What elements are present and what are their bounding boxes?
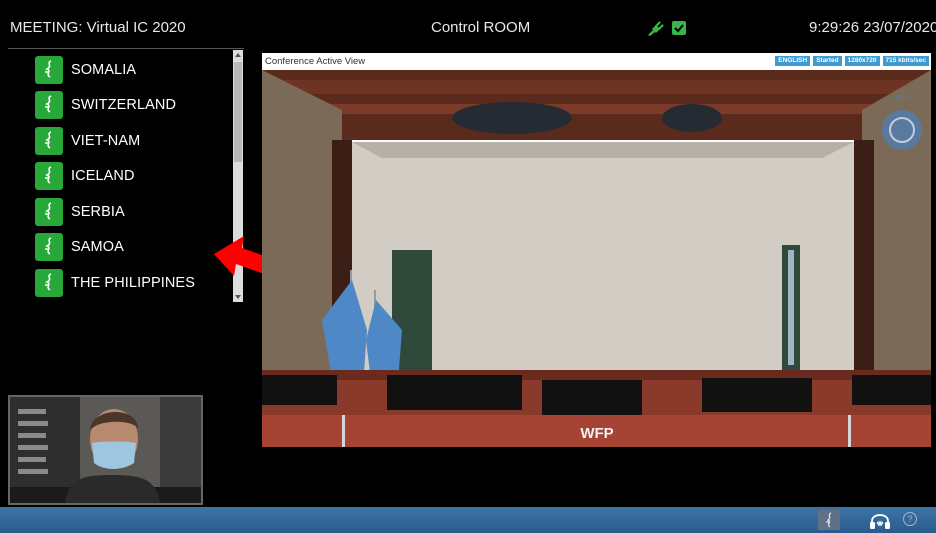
top-bar: MEETING: Virtual IC 2020 Control ROOM 9:… bbox=[0, 0, 936, 46]
desk-sign: WFP bbox=[580, 425, 613, 442]
microphone-button[interactable] bbox=[35, 233, 63, 261]
video-badges: ENGLISH Started 1280x720 715 kbits/sec bbox=[775, 56, 929, 66]
list-item-country[interactable]: VIET-NAM bbox=[35, 126, 140, 156]
scroll-thumb[interactable] bbox=[234, 62, 242, 162]
country-label: SWITZERLAND bbox=[71, 97, 177, 113]
microphone-icon bbox=[45, 166, 52, 184]
status-badge: Started bbox=[813, 56, 842, 66]
microphone-icon bbox=[45, 131, 52, 149]
country-label: SOMALIA bbox=[71, 62, 137, 78]
conference-video: WFP WFP bbox=[262, 70, 931, 447]
bottom-toolbar: ? bbox=[0, 507, 936, 533]
microphone-icon bbox=[45, 237, 52, 255]
self-view-video bbox=[8, 395, 203, 505]
microphone-button[interactable] bbox=[35, 198, 63, 226]
bitrate-badge: 715 kbits/sec bbox=[882, 56, 929, 66]
list-item-country[interactable]: SWITZERLAND bbox=[35, 90, 176, 120]
list-item-country[interactable]: ICELAND bbox=[35, 161, 135, 191]
meeting-title: MEETING: Virtual IC 2020 bbox=[10, 19, 186, 36]
microphone-icon bbox=[826, 512, 832, 528]
country-list: SOMALIA SWITZERLAND VIET-NAM ICELAND SER… bbox=[0, 50, 232, 306]
list-item-country[interactable]: SOMALIA bbox=[35, 55, 136, 85]
microphone-icon bbox=[45, 95, 52, 113]
microphone-button[interactable] bbox=[35, 127, 63, 155]
microphone-icon bbox=[45, 202, 52, 220]
country-label: VIET-NAM bbox=[71, 133, 141, 149]
list-item-country[interactable]: THE PHILIPPINES bbox=[35, 268, 195, 298]
conference-video-panel: Conference Active View ENGLISH Started 1… bbox=[262, 53, 931, 447]
plug-icon bbox=[648, 21, 664, 36]
country-label: SAMOA bbox=[71, 239, 124, 255]
video-header: Conference Active View ENGLISH Started 1… bbox=[262, 53, 931, 70]
country-label: ICELAND bbox=[71, 168, 135, 184]
arrow-up-icon bbox=[235, 53, 241, 57]
clock: 9:29:26 23/07/2020 bbox=[809, 19, 936, 36]
country-label: THE PHILIPPINES bbox=[71, 275, 195, 291]
microphone-button[interactable] bbox=[35, 91, 63, 119]
microphone-icon bbox=[45, 60, 52, 78]
conference-scene: WFP WFP bbox=[262, 70, 931, 447]
self-view-scene bbox=[10, 397, 201, 503]
list-item-country[interactable]: SAMOA bbox=[35, 232, 124, 262]
microphone-button[interactable] bbox=[35, 162, 63, 190]
headset-icon[interactable] bbox=[868, 509, 892, 531]
help-icon[interactable]: ? bbox=[903, 512, 917, 526]
microphone-button[interactable] bbox=[35, 269, 63, 297]
country-label: SERBIA bbox=[71, 204, 125, 220]
microphone-toggle-button[interactable] bbox=[818, 510, 840, 530]
org-logo-text: WFP bbox=[894, 95, 910, 102]
list-item-country[interactable]: SERBIA bbox=[35, 197, 125, 227]
checkbox-checked-icon bbox=[672, 21, 686, 35]
resolution-badge: 1280x720 bbox=[844, 56, 880, 66]
language-badge[interactable]: ENGLISH bbox=[775, 56, 811, 66]
microphone-button[interactable] bbox=[35, 56, 63, 84]
status-icons bbox=[646, 20, 686, 36]
video-title: Conference Active View bbox=[265, 56, 366, 67]
room-title: Control ROOM bbox=[431, 19, 531, 36]
scroll-up-button[interactable] bbox=[233, 50, 243, 60]
divider bbox=[8, 48, 244, 49]
microphone-icon bbox=[45, 273, 52, 291]
